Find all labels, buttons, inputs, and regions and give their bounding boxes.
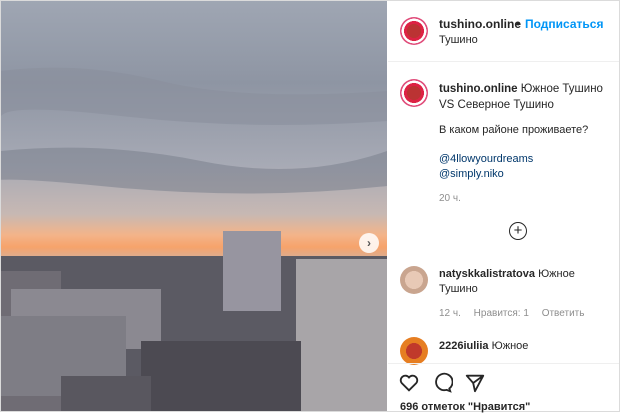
mention-link-1[interactable]: @4llowyourdreams — [439, 153, 533, 165]
avatar[interactable] — [400, 17, 428, 45]
comment-meta: 12 ч. Нравится: 1 Ответить — [439, 307, 584, 321]
commenter-avatar[interactable] — [400, 337, 428, 365]
post-actions: 696 отметок "Нравится" — [388, 363, 619, 413]
comment-icon[interactable] — [431, 372, 453, 394]
mention-line-2: @simply.niko — [439, 167, 504, 181]
comment-username[interactable]: natyskkalistratova — [439, 268, 535, 280]
comment-username[interactable]: 2226iuliia — [439, 340, 489, 352]
likes-count[interactable]: 696 отметок "Нравится" — [400, 401, 530, 413]
load-more-comments-button[interactable]: + — [509, 222, 527, 240]
separator-dot: • — [516, 17, 521, 31]
comment-2: 2226iuliia Южное — [439, 339, 615, 354]
commenter-avatar[interactable] — [400, 266, 428, 294]
next-photo-button[interactable]: › — [359, 233, 379, 253]
header-username[interactable]: tushino.online — [439, 17, 521, 31]
comment-time: 12 ч. — [439, 308, 461, 319]
post-photo[interactable]: › — [1, 1, 387, 411]
comment-likes[interactable]: Нравится: 1 — [474, 308, 529, 319]
follow-button[interactable]: Подписаться — [525, 17, 603, 31]
caption-question: В каком районе проживаете? — [439, 124, 589, 136]
city-skyline — [1, 67, 387, 411]
post-header: tushino.online • Подписаться Тушино — [388, 1, 619, 62]
location-link[interactable]: Тушино — [439, 34, 478, 46]
caption-avatar[interactable] — [400, 79, 428, 107]
comment-text: Южное — [491, 340, 529, 352]
comment-1: natyskkalistratova Южное Тушино — [439, 267, 615, 297]
reply-button[interactable]: Ответить — [542, 308, 585, 319]
heart-icon[interactable] — [398, 372, 420, 394]
post-sidebar: tushino.online • Подписаться Тушино tush… — [388, 1, 619, 413]
plus-circle-icon: + — [513, 222, 523, 239]
chevron-right-icon: › — [367, 236, 371, 250]
mention-line-1: @4llowyourdreams — [439, 152, 533, 166]
share-icon[interactable] — [464, 372, 486, 394]
mention-link-2[interactable]: @simply.niko — [439, 168, 504, 180]
post-caption: tushino.online Южное Тушино VS Северное … — [439, 81, 614, 113]
post-time: 20 ч. — [439, 193, 461, 204]
caption-username[interactable]: tushino.online — [439, 83, 518, 95]
